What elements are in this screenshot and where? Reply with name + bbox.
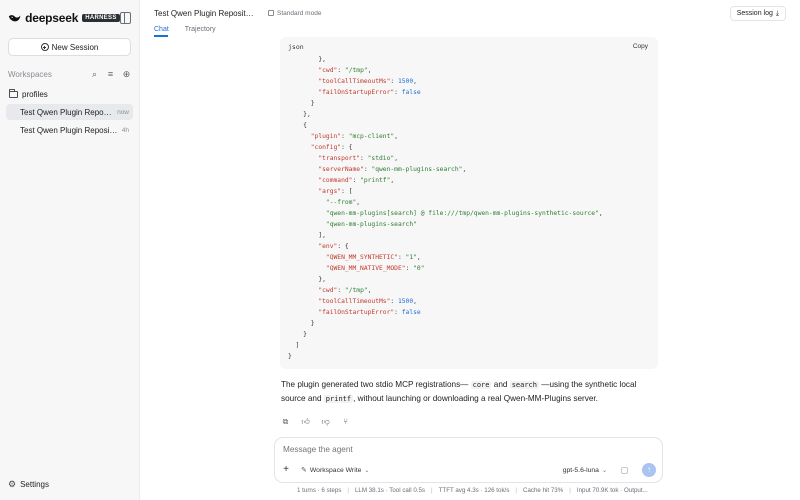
workspace-mode-label: Workspace Write [309, 466, 362, 474]
whale-icon [8, 15, 21, 22]
sidebar-toggle-icon[interactable] [119, 12, 131, 24]
model-select[interactable]: gpt-5.6-luna ⌄ [563, 467, 607, 474]
inline-code: search [509, 381, 539, 389]
answer-text: The plugin generated two stdio MCP regis… [281, 380, 471, 389]
inline-code: printf [323, 395, 354, 403]
session-item-time: now [117, 108, 129, 116]
copy-icon[interactable]: ⧉ [281, 417, 290, 426]
code-language: json [288, 43, 304, 51]
app-window: deepseek HARNESS New Session Workspaces … [0, 0, 800, 500]
tab-bar: Chat Trajectory [154, 26, 786, 36]
branch-icon[interactable]: ⑂ [341, 417, 350, 426]
workspaces-title: Workspaces [8, 69, 52, 79]
search-icon[interactable]: ⌕ [90, 69, 99, 79]
folder-label: profiles [22, 89, 48, 99]
answer-text: and [491, 380, 510, 389]
new-session-button[interactable]: New Session [8, 38, 131, 56]
status-item: TTFT avg 4.3s · 126 tok/s [438, 487, 510, 494]
assistant-message: The plugin generated two stdio MCP regis… [281, 378, 661, 406]
status-separator: | [347, 487, 349, 494]
chevron-down-icon: ⌄ [601, 467, 607, 474]
new-folder-icon[interactable]: ⊕ [122, 69, 131, 79]
session-title[interactable]: Test Qwen Plugin Repository I... [154, 9, 258, 18]
thumbs-up-icon[interactable]: 👍︎ [301, 417, 310, 426]
main-panel: Test Qwen Plugin Repository I... Standar… [140, 0, 800, 500]
filter-icon[interactable]: ≡ [106, 69, 115, 79]
mode-indicator[interactable]: Standard mode [268, 10, 321, 17]
code-content: }, "cwd": "/tmp", "toolCallTimeoutMs": 1… [288, 56, 603, 360]
send-button[interactable]: ↑ [642, 463, 656, 477]
plus-icon[interactable]: + [281, 465, 291, 475]
topbar: Test Qwen Plugin Repository I... Standar… [140, 0, 800, 37]
status-separator: | [569, 487, 571, 494]
mode-icon [268, 10, 274, 16]
session-item-time: 4h [121, 126, 129, 134]
status-separator: | [515, 487, 517, 494]
new-session-label: New Session [51, 42, 99, 52]
status-item: LLM 38.1s · Tool call 0.5s [354, 487, 426, 494]
active-tab-indicator [154, 35, 168, 37]
copy-button[interactable]: Copy [633, 43, 648, 50]
status-item: Cache hit 73% [522, 487, 564, 494]
session-item-title: Test Qwen Plugin Repository I... [20, 107, 113, 117]
status-item: 1 turns · 6 steps [297, 487, 342, 494]
status-bar: 1 turns · 6 steps | LLM 38.1s · Tool cal… [297, 487, 648, 494]
settings-button[interactable]: ⚙ Settings [8, 479, 49, 490]
composer-toolbar: + ✎ Workspace Write ⌄ gpt-5.6-luna ⌄ ↑ [281, 462, 656, 478]
plus-circle-icon [40, 43, 49, 51]
brand-name: deepseek [25, 11, 79, 25]
composer: + ✎ Workspace Write ⌄ gpt-5.6-luna ⌄ ↑ [274, 437, 663, 483]
status-separator: | [431, 487, 433, 494]
mode-label: Standard mode [277, 9, 322, 17]
session-item[interactable]: Test Qwen Plugin Repository I... now [6, 104, 133, 120]
session-log-button[interactable]: Session log ⤓ [729, 6, 786, 21]
answer-text: , without launching or downloading a rea… [353, 394, 598, 403]
status-item: Input 70.9K tok · Output... [576, 487, 648, 494]
message-input[interactable] [283, 445, 583, 454]
workspaces-header: Workspaces ⌕ ≡ ⊕ [0, 66, 139, 82]
workspace-mode-select[interactable]: ✎ Workspace Write ⌄ [301, 466, 370, 475]
session-log-label: Session log [736, 10, 773, 17]
folder-icon [9, 88, 18, 98]
tab-trajectory[interactable]: Trajectory [185, 26, 216, 36]
model-label: gpt-5.6-luna [562, 466, 599, 474]
brand-badge: HARNESS [82, 14, 120, 22]
download-icon: ⤓ [775, 9, 779, 17]
chevron-down-icon: ⌄ [364, 467, 370, 474]
settings-label: Settings [20, 480, 49, 489]
inline-code: core [470, 381, 492, 389]
message-actions: ⧉ 👍︎ 👎︎ ⑂ [281, 417, 350, 426]
pencil-icon: ✎ [301, 467, 307, 474]
session-item[interactable]: Test Qwen Plugin Repository ... 4h [6, 122, 133, 138]
sidebar: deepseek HARNESS New Session Workspaces … [0, 0, 140, 500]
stop-icon[interactable] [621, 466, 628, 474]
workspace-tools: ⌕ ≡ ⊕ [90, 69, 131, 79]
gear-icon: ⚙ [8, 479, 17, 489]
folder-profiles[interactable]: profiles [0, 86, 139, 102]
session-item-title: Test Qwen Plugin Repository ... [20, 125, 118, 135]
code-block: json Copy }, "cwd": "/tmp", "toolCallTim… [280, 37, 658, 369]
brand-header: deepseek HARNESS [0, 0, 139, 36]
thumbs-down-icon[interactable]: 👎︎ [321, 417, 330, 426]
